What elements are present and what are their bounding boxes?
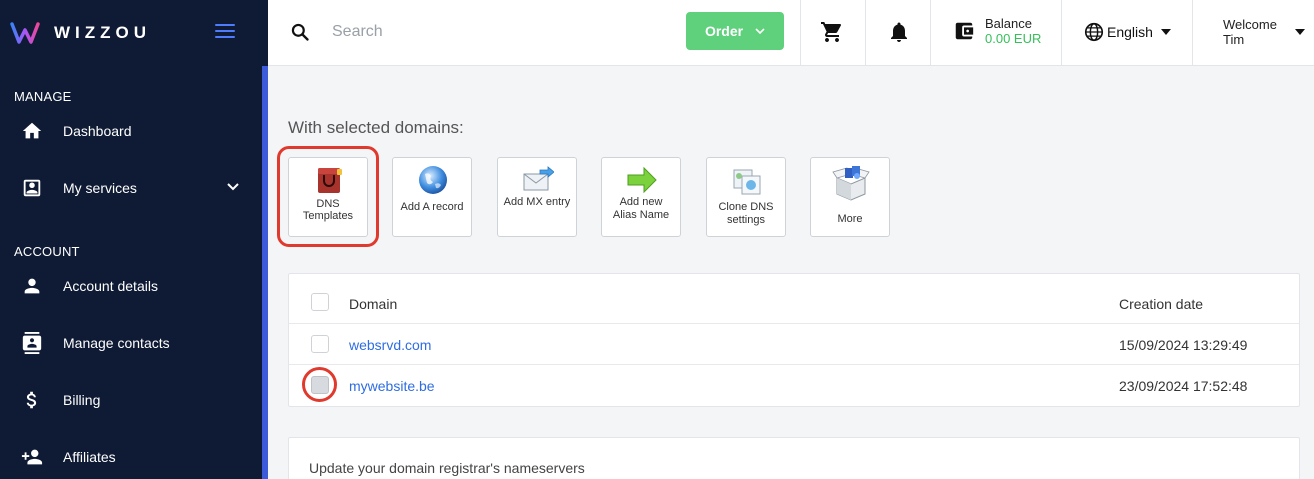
order-button[interactable]: Order	[686, 12, 784, 50]
domain-link[interactable]: websrvd.com	[349, 337, 431, 353]
action-label: Add new	[619, 196, 663, 208]
sidebar-scrollbar[interactable]	[262, 66, 268, 479]
user-menu[interactable]: Welcome Tim	[1223, 17, 1305, 47]
box-icon	[832, 166, 870, 201]
mail-icon	[523, 166, 554, 191]
action-label: Clone DNS	[718, 201, 774, 213]
menu-toggle-icon[interactable]	[215, 24, 235, 40]
add-mx-entry-button[interactable]: Add MX entry	[497, 157, 577, 237]
sidebar: WIZZOU MANAGE Dashboard My services ACCO…	[0, 0, 268, 479]
section-title: With selected domains:	[288, 118, 464, 137]
person-icon	[20, 274, 44, 298]
add-alias-name-button[interactable]: Add new Alias Name	[601, 157, 681, 237]
cart-icon[interactable]	[820, 20, 844, 44]
search-icon[interactable]	[290, 22, 310, 42]
column-header-domain[interactable]: Domain	[349, 296, 397, 312]
logo-text: WIZZOU	[54, 23, 152, 42]
select-all-checkbox[interactable]	[311, 293, 329, 311]
creation-date: 15/09/2024 13:29:49	[1119, 337, 1248, 353]
caret-down-icon	[1160, 29, 1171, 35]
column-header-creation-date[interactable]: Creation date	[1119, 296, 1203, 312]
chevron-down-icon	[755, 28, 765, 35]
wallet-icon	[955, 22, 974, 40]
domain-table: Domain Creation date websrvd.com 15/09/2…	[288, 273, 1300, 407]
language-selector[interactable]: English	[1083, 21, 1171, 43]
sidebar-item-label: Affiliates	[63, 449, 116, 465]
row-checkbox[interactable]	[311, 335, 329, 353]
nameservers-title: Update your domain registrar's nameserve…	[309, 460, 585, 476]
dollar-icon	[20, 388, 44, 412]
sidebar-item-account-details[interactable]: Account details	[0, 268, 262, 304]
sidebar-item-label: Account details	[63, 278, 158, 294]
action-label: Add MX entry	[503, 196, 571, 208]
divider	[1061, 0, 1062, 66]
table-header-row: Domain Creation date	[289, 274, 1299, 324]
divider	[865, 0, 866, 66]
home-icon	[20, 119, 44, 143]
globe-icon	[419, 166, 447, 194]
caret-down-icon	[1295, 29, 1305, 35]
divider	[930, 0, 931, 66]
globe-icon	[1084, 22, 1104, 42]
creation-date: 23/09/2024 17:52:48	[1119, 378, 1248, 394]
balance-value: 0.00 EUR	[985, 31, 1042, 46]
order-label: Order	[704, 23, 744, 39]
chevron-down-icon[interactable]	[226, 180, 240, 194]
user-name: Tim	[1223, 32, 1245, 47]
sidebar-item-my-services[interactable]: My services	[0, 170, 262, 206]
highlight-annotation	[277, 146, 379, 247]
language-label: English	[1107, 24, 1153, 40]
logo[interactable]: WIZZOU	[10, 20, 151, 46]
more-button[interactable]: More	[810, 157, 890, 237]
action-label: Alias Name	[612, 209, 670, 221]
sidebar-item-label: Dashboard	[63, 123, 132, 139]
sidebar-item-billing[interactable]: Billing	[0, 382, 262, 418]
divider	[1192, 0, 1193, 66]
action-label: More	[837, 213, 863, 225]
action-label: Add A record	[400, 201, 464, 213]
page: WIZZOU MANAGE Dashboard My services ACCO…	[0, 0, 1314, 479]
wizzou-logo-icon	[10, 22, 40, 44]
sidebar-item-manage-contacts[interactable]: Manage contacts	[0, 325, 262, 361]
section-manage: MANAGE	[14, 89, 72, 104]
section-account: ACCOUNT	[14, 244, 80, 259]
sidebar-item-label: Billing	[63, 392, 101, 408]
welcome-label: Welcome	[1223, 17, 1277, 32]
divider	[800, 0, 801, 66]
balance-label: Balance	[985, 16, 1032, 31]
sidebar-item-label: Manage contacts	[63, 335, 170, 351]
clone-dns-settings-button[interactable]: Clone DNS settings	[706, 157, 786, 237]
nameservers-card: Update your domain registrar's nameserve…	[288, 437, 1300, 479]
table-row: mywebsite.be 23/09/2024 17:52:48	[289, 365, 1299, 406]
add-a-record-button[interactable]: Add A record	[392, 157, 472, 237]
sidebar-item-dashboard[interactable]: Dashboard	[0, 113, 262, 149]
table-row: websrvd.com 15/09/2024 13:29:49	[289, 324, 1299, 365]
sidebar-item-label: My services	[63, 180, 137, 196]
balance[interactable]: Balance 0.00 EUR	[953, 16, 1041, 46]
sidebar-item-affiliates[interactable]: Affiliates	[0, 439, 262, 475]
id-card-icon	[20, 176, 44, 200]
person-add-icon	[20, 445, 44, 469]
bell-icon[interactable]	[887, 20, 911, 44]
clone-icon	[733, 169, 761, 195]
arrow-icon	[627, 166, 657, 194]
domain-link[interactable]: mywebsite.be	[349, 378, 435, 394]
search-input[interactable]	[332, 18, 662, 46]
topbar: Order Balance 0.00 EUR English Welcom	[268, 0, 1314, 66]
contacts-icon	[20, 331, 44, 355]
action-label: settings	[727, 214, 765, 226]
highlight-annotation	[302, 367, 337, 402]
